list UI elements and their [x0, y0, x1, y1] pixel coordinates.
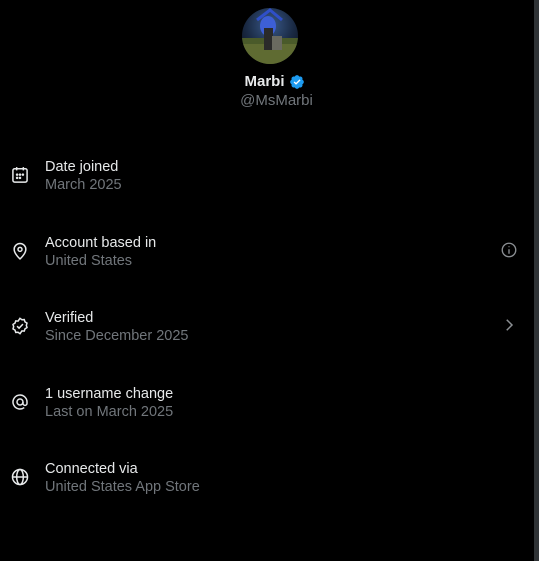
account-based-in-label: Account based in — [45, 234, 157, 251]
verified-check-icon — [10, 316, 30, 336]
verified-row[interactable]: Verified Since December 2025 — [0, 301, 530, 377]
profile-header: Marbi @MsMarbi — [0, 8, 539, 109]
username-change-label: 1 username change — [45, 385, 174, 402]
account-based-in-value: United States — [45, 252, 133, 269]
verified-label: Verified — [45, 310, 94, 326]
display-name: Marbi — [244, 73, 285, 90]
account-based-in-row: Account based in United States — [0, 226, 530, 302]
avatar[interactable] — [242, 8, 298, 64]
connected-via-value: United States App Store — [45, 479, 200, 495]
verified-badge-icon — [289, 74, 304, 89]
verified-value: Since December 2025 — [45, 328, 189, 344]
username-change-value: Last on March 2025 — [45, 403, 174, 420]
connected-via-row: Connected via United States App Store — [0, 452, 530, 528]
date-joined-row: Date joined March 2025 — [0, 150, 530, 226]
connected-via-label: Connected via — [45, 461, 138, 477]
globe-icon — [10, 467, 30, 487]
location-pin-icon — [10, 241, 30, 261]
at-sign-icon — [10, 392, 30, 412]
calendar-icon — [10, 165, 30, 185]
chevron-right-icon[interactable] — [500, 316, 518, 334]
about-account-list: Date joined March 2025 Account based in … — [0, 150, 530, 528]
date-joined-value: March 2025 — [45, 177, 122, 193]
username-handle: @MsMarbi — [240, 92, 313, 109]
name-row: Marbi — [244, 73, 304, 90]
date-joined-label: Date joined — [45, 159, 119, 175]
info-icon[interactable] — [500, 241, 518, 259]
username-change-row: 1 username change Last on March 2025 — [0, 377, 530, 453]
